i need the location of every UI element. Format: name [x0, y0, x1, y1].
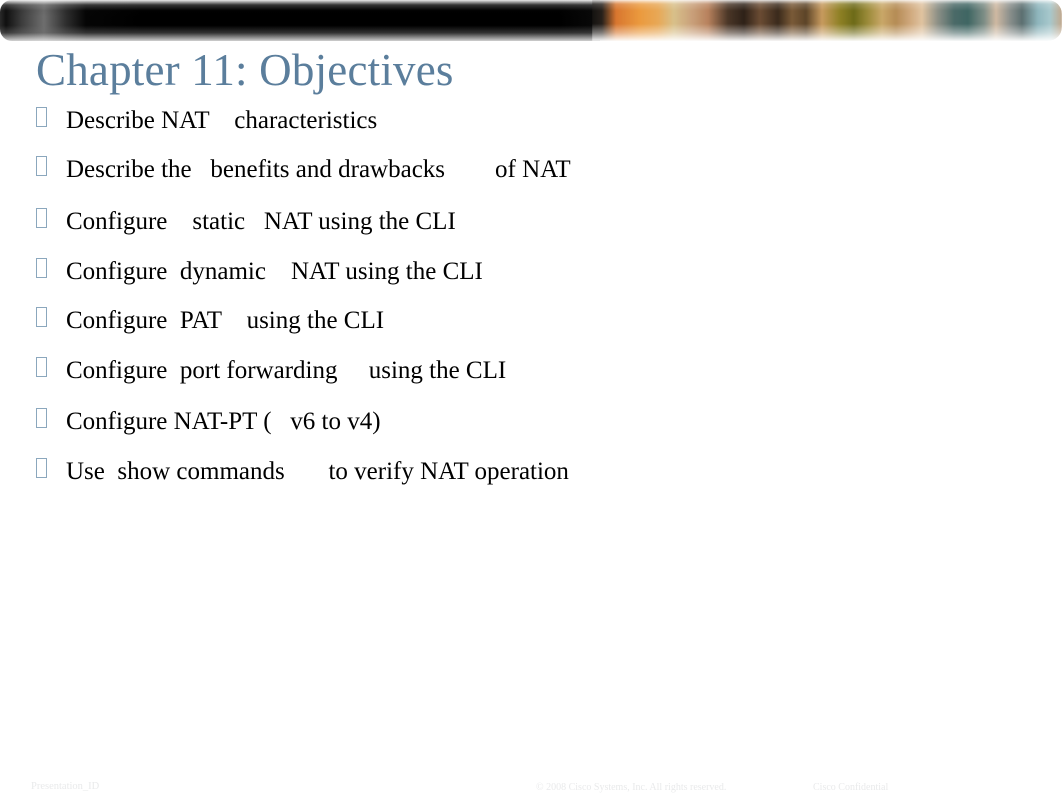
tofu-box-bullet-icon: [36, 156, 47, 176]
bullet-item: Configure static NAT using the CLI: [36, 207, 1036, 236]
bullet-item-label: Configure static NAT using the CLI: [66, 208, 456, 235]
slide-canvas: Chapter 11: Objectives Describe NAT char…: [0, 0, 1062, 797]
bullet-item: Configure port forwarding using the CLI: [36, 356, 1036, 385]
banner-photo-strip-image: [592, 0, 1062, 41]
banner-photo-strip: [592, 0, 1062, 41]
bullet-item-label: Configure NAT-PT ( v6 to v4): [66, 408, 381, 435]
objectives-bullet-list: Describe NAT characteristics Describe th…: [36, 106, 1036, 486]
bullet-item-label: Describe the benefits and drawbacks of N…: [66, 156, 571, 183]
bullet-item: Describe NAT characteristics: [36, 106, 1036, 135]
bullet-item: Configure NAT-PT ( v6 to v4): [36, 407, 1036, 436]
bullet-item: Describe the benefits and drawbacks of N…: [36, 155, 1036, 184]
bullet-item-label: Use show commands to verify NAT operatio…: [66, 458, 569, 485]
tofu-box-bullet-icon: [36, 458, 47, 478]
slide-header-banner: [0, 0, 1062, 41]
bullet-item-label: Describe NAT characteristics: [66, 107, 378, 134]
footer-copyright: © 2008 Cisco Systems, Inc. All rights re…: [536, 782, 727, 793]
bullet-item: Use show commands to verify NAT operatio…: [36, 457, 1036, 486]
tofu-box-bullet-icon: [36, 408, 47, 428]
banner-dark-bar: [0, 0, 600, 41]
tofu-box-bullet-icon: [36, 258, 47, 278]
footer-presentation-id: Presentation_ID: [31, 781, 100, 792]
bullet-item-label: Configure dynamic NAT using the CLI: [66, 258, 483, 285]
slide-title: Chapter 11: Objectives: [36, 45, 454, 95]
bullet-item-label: Configure PAT using the CLI: [66, 307, 385, 334]
tofu-box-bullet-icon: [36, 357, 47, 377]
tofu-box-bullet-icon: [36, 208, 47, 228]
bullet-item-label: Configure port forwarding using the CLI: [66, 357, 507, 384]
bullet-item: Configure dynamic NAT using the CLI: [36, 257, 1036, 286]
tofu-box-bullet-icon: [36, 107, 47, 127]
footer-confidentiality: Cisco Confidential: [813, 782, 889, 793]
bullet-item: Configure PAT using the CLI: [36, 306, 1036, 335]
tofu-box-bullet-icon: [36, 307, 47, 327]
